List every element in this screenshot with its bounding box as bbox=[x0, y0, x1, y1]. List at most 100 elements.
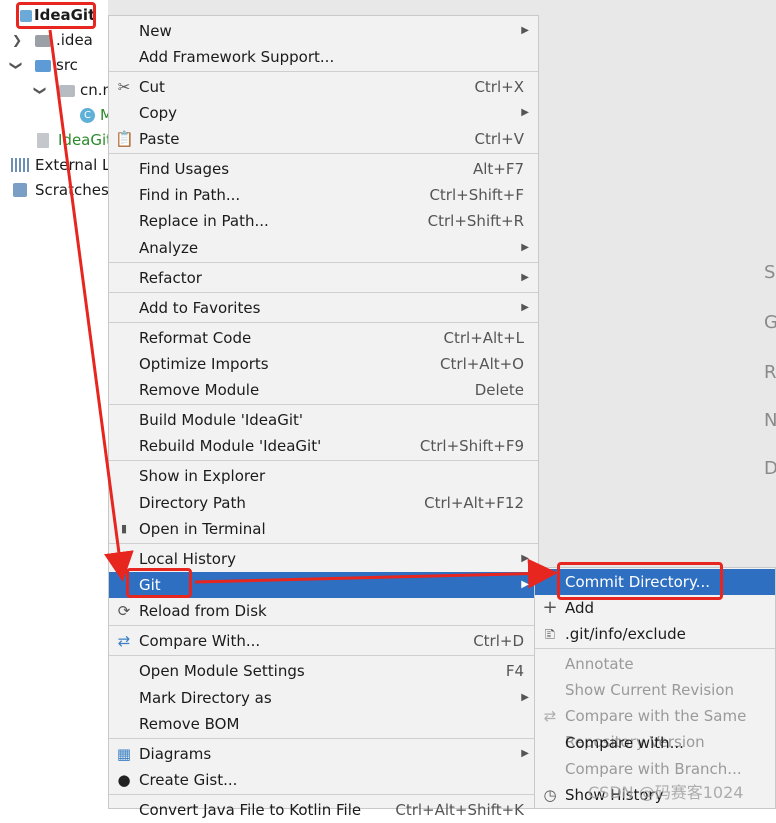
submenu-arrow-icon: ▶ bbox=[521, 242, 529, 253]
menu-item-reformat-code[interactable]: Reformat Code Ctrl+Alt+L bbox=[109, 325, 538, 351]
menu-item-shortcut: Ctrl+Alt+L bbox=[443, 329, 525, 347]
menu-item-shortcut: Delete bbox=[474, 381, 524, 399]
submenu-arrow-icon: ▶ bbox=[521, 553, 529, 564]
menu-item-find-usages[interactable]: Find Usages Alt+F7 bbox=[109, 156, 538, 182]
menu-item-label: Create Gist... bbox=[139, 771, 238, 789]
menu-item-label: Open Module Settings bbox=[139, 662, 305, 680]
menu-item-show-current-revision[interactable]: Show Current Revision bbox=[535, 677, 775, 703]
menu-item-label: Build Module 'IdeaGit' bbox=[139, 411, 304, 429]
menu-separator bbox=[109, 460, 538, 461]
menu-item-compare-same-repo[interactable]: ⇄ Compare with the Same Repository Versio… bbox=[535, 703, 775, 751]
terminal-icon: ▮ bbox=[120, 522, 128, 535]
menu-item-analyze[interactable]: Analyze ▶ bbox=[109, 235, 538, 261]
submenu-arrow-icon: ▶ bbox=[521, 272, 529, 283]
menu-separator bbox=[109, 625, 538, 626]
module-file-icon bbox=[37, 133, 49, 148]
menu-item-find-in-path[interactable]: Find in Path... Ctrl+Shift+F bbox=[109, 182, 538, 208]
chevron-down-icon[interactable]: ❯ bbox=[28, 85, 53, 95]
submenu-arrow-icon: ▶ bbox=[521, 302, 529, 313]
menu-item-label: .git/info/exclude bbox=[565, 625, 686, 643]
menu-item-reload-from-disk[interactable]: ⟳ Reload from Disk bbox=[109, 598, 538, 624]
menu-item-compare-with[interactable]: ⇄ Compare With... Ctrl+D bbox=[109, 628, 538, 654]
menu-item-git-exclude[interactable]: 🗈 .git/info/exclude bbox=[535, 621, 775, 647]
menu-item-new[interactable]: New ▶ bbox=[109, 18, 538, 44]
submenu-arrow-icon: ▶ bbox=[521, 25, 529, 36]
menu-item-label: Add to Favorites bbox=[139, 299, 261, 317]
menu-item-shortcut: Ctrl+Shift+F9 bbox=[419, 437, 524, 455]
menu-item-label: Open in Terminal bbox=[139, 520, 266, 538]
menu-item-annotate[interactable]: Annotate bbox=[535, 651, 775, 677]
menu-item-shortcut: Ctrl+V bbox=[474, 130, 524, 148]
menu-separator bbox=[109, 71, 538, 72]
menu-item-label: Annotate bbox=[565, 655, 634, 673]
reload-icon: ⟳ bbox=[117, 602, 131, 620]
menu-item-git-compare-with[interactable]: Compare with... bbox=[535, 730, 775, 756]
menu-item-convert-java-to-kotlin[interactable]: Convert Java File to Kotlin File Ctrl+Alt… bbox=[109, 797, 538, 823]
menu-item-copy[interactable]: Copy ▶ bbox=[109, 100, 538, 126]
menu-item-optimize-imports[interactable]: Optimize Imports Ctrl+Alt+O bbox=[109, 351, 538, 377]
menu-item-label: Analyze bbox=[139, 239, 199, 257]
chevron-right-icon[interactable]: ❯ bbox=[12, 28, 22, 53]
menu-item-remove-module[interactable]: Remove Module Delete bbox=[109, 377, 538, 403]
menu-item-refactor[interactable]: Refactor ▶ bbox=[109, 265, 538, 291]
menu-item-open-module-settings[interactable]: Open Module Settings F4 bbox=[109, 658, 538, 684]
menu-item-create-gist[interactable]: ● Create Gist... bbox=[109, 767, 538, 793]
menu-item-rebuild-module[interactable]: Rebuild Module 'IdeaGit' Ctrl+Shift+F9 bbox=[109, 433, 538, 459]
menu-item-label: Replace in Path... bbox=[139, 212, 269, 230]
menu-separator bbox=[535, 648, 775, 649]
menu-item-shortcut: Ctrl+Shift+R bbox=[427, 212, 524, 230]
menu-separator bbox=[109, 543, 538, 544]
tree-item-label: IdeaGit bbox=[58, 131, 113, 149]
context-menu: New ▶ Add Framework Support... ✂ Cut Ctrl+X… bbox=[108, 15, 539, 819]
editor-hint: G bbox=[764, 312, 776, 333]
source-folder-icon bbox=[35, 60, 51, 72]
tree-item-label: .idea bbox=[56, 31, 93, 49]
submenu-arrow-icon: ▶ bbox=[521, 748, 529, 759]
menu-item-label: Refactor bbox=[139, 269, 202, 287]
menu-separator bbox=[109, 404, 538, 405]
annotation-box-root bbox=[16, 2, 96, 29]
watermark: CSDN @码赛客1024 bbox=[588, 783, 744, 802]
menu-item-paste[interactable]: 📋 Paste Ctrl+V bbox=[109, 126, 538, 152]
menu-item-shortcut: Ctrl+Alt+O bbox=[440, 355, 524, 373]
menu-item-add-to-favorites[interactable]: Add to Favorites ▶ bbox=[109, 295, 538, 321]
menu-item-shortcut: Ctrl+Alt+Shift+K bbox=[395, 801, 524, 819]
menu-item-build-module[interactable]: Build Module 'IdeaGit' bbox=[109, 407, 538, 433]
menu-item-label: Copy bbox=[139, 104, 178, 122]
menu-item-show-in-explorer[interactable]: Show in Explorer bbox=[109, 463, 538, 489]
compare-icon: ⇄ bbox=[543, 707, 557, 725]
menu-separator bbox=[109, 655, 538, 656]
menu-separator bbox=[109, 153, 538, 154]
submenu-arrow-icon: ▶ bbox=[521, 579, 529, 590]
menu-item-label: Convert Java File to Kotlin File bbox=[139, 801, 362, 819]
menu-item-label: Add Framework Support... bbox=[139, 48, 335, 66]
menu-item-diagrams[interactable]: ▦ Diagrams ▶ bbox=[109, 741, 538, 767]
menu-item-label: Show in Explorer bbox=[139, 467, 266, 485]
menu-item-shortcut: Ctrl+X bbox=[474, 78, 524, 96]
java-class-icon: C bbox=[80, 108, 95, 123]
menu-item-open-in-terminal[interactable]: ▮ Open in Terminal bbox=[109, 516, 538, 542]
editor-hint: N bbox=[764, 410, 776, 431]
submenu-arrow-icon: ▶ bbox=[521, 107, 529, 118]
menu-separator bbox=[109, 738, 538, 739]
menu-item-mark-directory-as[interactable]: Mark Directory as ▶ bbox=[109, 685, 538, 711]
github-icon: ● bbox=[117, 771, 131, 789]
diagram-icon: ▦ bbox=[116, 745, 132, 763]
git-submenu: Commit Directory... + Add 🗈 .git/info/excl… bbox=[534, 567, 776, 809]
chevron-down-icon[interactable]: ❯ bbox=[4, 60, 29, 70]
submenu-arrow-icon: ▶ bbox=[521, 692, 529, 703]
menu-separator bbox=[109, 794, 538, 795]
menu-item-label: Paste bbox=[139, 130, 180, 148]
menu-item-cut[interactable]: ✂ Cut Ctrl+X bbox=[109, 74, 538, 100]
menu-item-label: Remove BOM bbox=[139, 715, 240, 733]
menu-item-remove-bom[interactable]: Remove BOM bbox=[109, 711, 538, 737]
scratches-icon bbox=[13, 183, 27, 197]
menu-item-shortcut: Ctrl+Shift+F bbox=[429, 186, 524, 204]
scissors-icon: ✂ bbox=[117, 78, 131, 96]
menu-item-add-framework-support[interactable]: Add Framework Support... bbox=[109, 44, 538, 70]
menu-item-replace-in-path[interactable]: Replace in Path... Ctrl+Shift+R bbox=[109, 208, 538, 234]
menu-item-directory-path[interactable]: Directory Path Ctrl+Alt+F12 bbox=[109, 490, 538, 516]
annotation-box-commit bbox=[557, 562, 723, 600]
menu-separator bbox=[109, 322, 538, 323]
menu-item-label: Directory Path bbox=[139, 494, 246, 512]
